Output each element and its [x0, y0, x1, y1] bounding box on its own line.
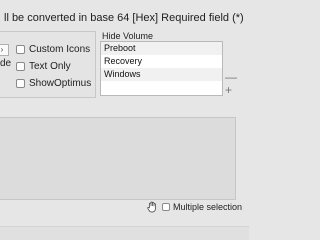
config-window: ll be converted in base 64 [Hex] Require…: [0, 0, 249, 240]
checkbox-box[interactable]: [16, 62, 25, 71]
list-item[interactable]: Preboot: [101, 42, 222, 55]
checkbox-box[interactable]: [16, 79, 25, 88]
bottom-bar: [0, 226, 249, 240]
checkbox-box[interactable]: [16, 45, 25, 54]
base64-hint-text: ll be converted in base 64 [Hex] Require…: [4, 12, 244, 24]
partial-label: de: [0, 58, 12, 69]
checkbox-label: ShowOptimus: [29, 78, 92, 89]
hand-pointer-icon[interactable]: [146, 201, 158, 213]
checkbox-label: Text Only: [29, 61, 71, 72]
custom-icons-checkbox[interactable]: Custom Icons: [16, 44, 90, 55]
list-item[interactable]: Recovery: [101, 55, 222, 68]
data-panel[interactable]: [0, 117, 236, 200]
add-item-button[interactable]: +: [225, 84, 232, 96]
remove-item-button[interactable]: —: [225, 71, 237, 83]
text-only-checkbox[interactable]: Text Only: [16, 61, 71, 72]
checkbox-label: Multiple selection: [173, 202, 243, 212]
checkbox-box[interactable]: [162, 203, 170, 211]
show-optimus-checkbox[interactable]: ShowOptimus: [16, 78, 91, 89]
multiple-selection-checkbox[interactable]: Multiple selection: [162, 202, 242, 212]
list-item[interactable]: Windows: [101, 68, 222, 81]
stepper-control[interactable]: ›: [0, 44, 9, 56]
checkbox-label: Custom Icons: [29, 44, 91, 55]
hide-volume-label: Hide Volume: [102, 31, 154, 41]
hide-volume-list[interactable]: Preboot Recovery Windows: [100, 41, 223, 96]
